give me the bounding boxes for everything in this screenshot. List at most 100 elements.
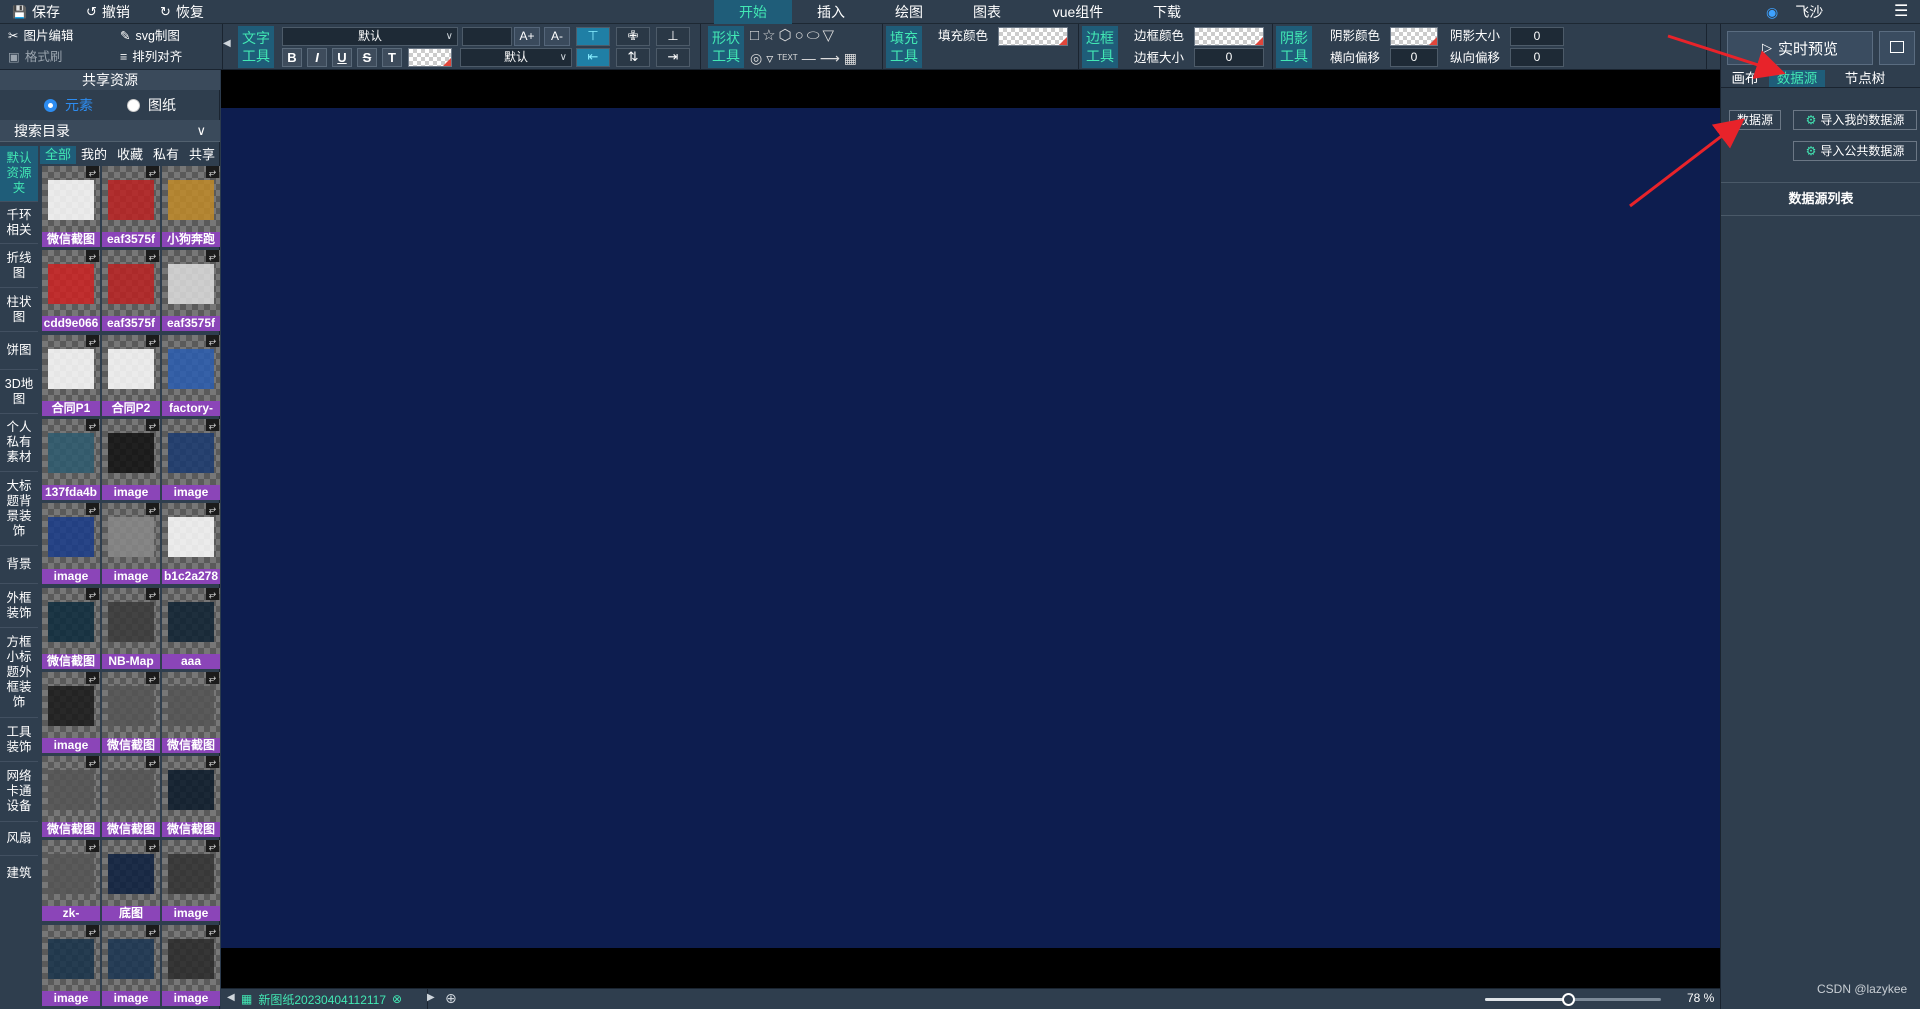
prev-page-icon[interactable]: ◀	[227, 992, 235, 1003]
resource-thumbnail[interactable]: ⥂ eaf3575f	[102, 250, 160, 331]
resource-thumbnail[interactable]: ⥂ aaa	[162, 588, 220, 669]
resource-thumbnail[interactable]: ⥂ eaf3575f	[102, 166, 160, 247]
resource-thumbnail[interactable]: ⥂ NB-Map	[102, 588, 160, 669]
share-icon[interactable]: ⥂	[86, 335, 99, 347]
share-icon[interactable]: ⥂	[206, 588, 219, 600]
resource-thumbnail[interactable]: ⥂ 微信截图	[162, 756, 220, 837]
category-title-bg[interactable]: 大标题背景装饰	[0, 472, 38, 546]
resource-thumbnail[interactable]: ⥂ 137fda4b	[42, 419, 100, 500]
filter-private[interactable]: 私有	[148, 146, 184, 164]
radio-drawing[interactable]: 图纸	[127, 94, 176, 116]
share-icon[interactable]: ⥂	[146, 503, 159, 515]
hexagon-icon[interactable]: ⬡	[779, 27, 795, 44]
share-icon[interactable]: ⥂	[206, 419, 219, 431]
collapse-left-icon[interactable]: ◀	[223, 38, 231, 49]
import-public-datasource-button[interactable]: ⚙ 导入公共数据源	[1793, 141, 1917, 161]
tab-insert[interactable]: 插入	[792, 0, 870, 24]
strikethrough-button[interactable]: S	[357, 48, 377, 67]
border-color-swatch[interactable]	[1194, 27, 1264, 46]
tab-canvas[interactable]: 画布	[1721, 70, 1769, 87]
fill-color-swatch[interactable]	[998, 27, 1068, 46]
category-box-frame[interactable]: 方框小标题外框装饰	[0, 628, 38, 718]
share-icon[interactable]: ⥂	[86, 756, 99, 768]
page-tab[interactable]: ▦ 新图纸20230404112117 ⊗	[241, 990, 402, 1008]
filter-shared[interactable]: 共享	[184, 146, 220, 164]
category-frame[interactable]: 外框装饰	[0, 584, 38, 628]
share-icon[interactable]: ⥂	[86, 503, 99, 515]
arrow-line-icon[interactable]: ⟶	[820, 48, 840, 68]
filter-mine[interactable]: 我的	[76, 146, 112, 164]
category-background[interactable]: 背景	[0, 546, 38, 584]
resource-thumbnail[interactable]: ⥂ image	[162, 925, 220, 1006]
filter-all[interactable]: 全部	[40, 146, 76, 164]
share-icon[interactable]: ⥂	[146, 756, 159, 768]
search-directory-dropdown[interactable]: 搜索目录 ∨	[0, 120, 220, 142]
share-icon[interactable]: ⥂	[146, 588, 159, 600]
image-edit-button[interactable]: ✂ 图片编辑	[0, 26, 74, 46]
category-private[interactable]: 个人私有素材	[0, 414, 38, 472]
align-left-button[interactable]: ⇤	[576, 48, 610, 67]
resource-thumbnail[interactable]: ⥂ 微信截图	[162, 672, 220, 753]
zoom-slider[interactable]	[1485, 993, 1661, 1006]
font-size-select[interactable]: 默认 ∨	[460, 48, 572, 67]
share-icon[interactable]: ⥂	[206, 840, 219, 852]
share-icon[interactable]: ⥂	[206, 503, 219, 515]
add-page-icon[interactable]: ⊕	[445, 990, 457, 1007]
text-color-swatch[interactable]	[408, 48, 452, 67]
tab-chart[interactable]: 图表	[948, 0, 1026, 24]
share-icon[interactable]: ⥂	[206, 250, 219, 262]
share-icon[interactable]: ⥂	[206, 756, 219, 768]
share-icon[interactable]: ⥂	[206, 335, 219, 347]
user-menu[interactable]: ◉ 飞沙	[1766, 0, 1823, 24]
resource-thumbnail[interactable]: ⥂ 微信截图	[42, 166, 100, 247]
undo-button[interactable]: ↺ 撤销	[86, 0, 130, 24]
share-icon[interactable]: ⥂	[86, 925, 99, 937]
category-3d-map[interactable]: 3D地图	[0, 370, 38, 414]
share-icon[interactable]: ⥂	[206, 672, 219, 684]
align-bottom-button[interactable]: ⊥	[656, 27, 690, 46]
category-bar-chart[interactable]: 柱状图	[0, 288, 38, 332]
share-icon[interactable]: ⥂	[206, 166, 219, 178]
tab-draw[interactable]: 绘图	[870, 0, 948, 24]
table-icon[interactable]: ▦	[844, 48, 857, 68]
v-offset-input[interactable]: 0	[1510, 48, 1564, 67]
arrange-align-button[interactable]: ≡ 排列对齐	[112, 47, 182, 67]
resource-thumbnail[interactable]: ⥂ cdd9e066	[42, 250, 100, 331]
share-icon[interactable]: ⥂	[146, 166, 159, 178]
resource-thumbnail[interactable]: ⥂ image	[42, 925, 100, 1006]
category-network-device[interactable]: 网络卡通设备	[0, 762, 38, 822]
text-case-button[interactable]: T	[382, 48, 402, 67]
share-icon[interactable]: ⥂	[146, 419, 159, 431]
tab-datasource[interactable]: 数据源	[1769, 70, 1825, 87]
share-icon[interactable]: ⥂	[206, 925, 219, 937]
resource-thumbnail[interactable]: ⥂ 微信截图	[102, 756, 160, 837]
zoom-slider-handle[interactable]	[1561, 993, 1575, 1006]
resource-thumbnail[interactable]: ⥂ image	[42, 672, 100, 753]
format-brush-button[interactable]: ▣ 格式刷	[0, 47, 62, 67]
svg-draw-button[interactable]: ✎ svg制图	[112, 26, 180, 46]
align-right-button[interactable]: ⇥	[656, 48, 690, 67]
circle-icon[interactable]: ○	[795, 27, 807, 44]
font-size-input[interactable]	[462, 27, 512, 46]
border-size-input[interactable]: 0	[1194, 48, 1264, 67]
resource-thumbnail[interactable]: ⥂ 合同P2	[102, 335, 160, 416]
resource-thumbnail[interactable]: ⥂ eaf3575f	[162, 250, 220, 331]
resource-thumbnail[interactable]: ⥂ 底图	[102, 840, 160, 921]
resource-thumbnail[interactable]: ⥂ b1c2a278	[162, 503, 220, 584]
resource-thumbnail[interactable]: ⥂ image	[102, 925, 160, 1006]
resource-thumbnail[interactable]: ⥂ 小狗奔跑	[162, 166, 220, 247]
shadow-size-input[interactable]: 0	[1510, 27, 1564, 46]
font-family-select[interactable]: 默认 ∨	[282, 27, 458, 46]
triangle-icon[interactable]: ▽	[823, 27, 838, 44]
ring-icon[interactable]: ◎	[750, 48, 762, 68]
align-center-button[interactable]: ⇅	[616, 48, 650, 67]
share-icon[interactable]: ⥂	[146, 672, 159, 684]
next-page-icon[interactable]: ▶	[427, 992, 435, 1003]
category-pie-chart[interactable]: 饼图	[0, 332, 38, 370]
share-icon[interactable]: ⥂	[86, 672, 99, 684]
category-default[interactable]: 默认资源夹	[0, 146, 38, 202]
category-qianhuan[interactable]: 千环相关	[0, 202, 38, 244]
import-my-datasource-button[interactable]: ⚙ 导入我的数据源	[1793, 110, 1917, 130]
align-top-button[interactable]: ⊤	[576, 27, 610, 46]
tab-node-tree[interactable]: 节点树	[1833, 70, 1897, 87]
